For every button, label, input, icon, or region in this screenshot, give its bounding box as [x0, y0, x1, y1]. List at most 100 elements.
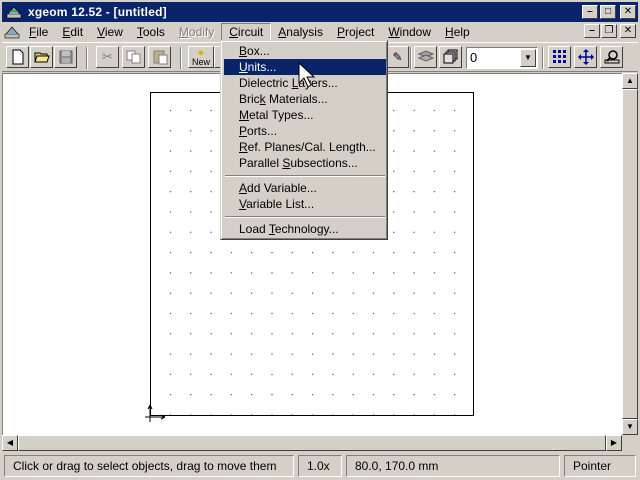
menu-project-label: roject — [344, 24, 375, 39]
restore-icon: ❐ — [604, 25, 614, 36]
menu-item-box-mnemonic: B — [239, 44, 248, 58]
scissors-icon: ✂ — [102, 49, 113, 64]
window-title: xgeom 12.52 - [untitled] — [28, 5, 167, 19]
menu-view-label: iew — [104, 24, 123, 39]
menu-item-add-variable-label: dd Variable... — [247, 181, 317, 195]
pencil-icon: ✎ — [392, 50, 403, 64]
close-button[interactable]: ✕ — [620, 5, 636, 19]
save-file-button[interactable] — [54, 46, 77, 68]
cut-button[interactable]: ✂ — [96, 46, 119, 68]
stack-layers-icon — [443, 49, 457, 64]
xgeom-app-icon[interactable] — [5, 4, 23, 20]
document-icon[interactable] — [2, 23, 22, 41]
zoom-button[interactable] — [600, 46, 623, 68]
menu-edit[interactable]: Edit — [55, 23, 90, 41]
menu-item-brick-materials[interactable]: Brick Materials... — [224, 91, 386, 107]
menu-window-mnemonic: W — [388, 24, 400, 39]
status-zoom: 1.0x — [298, 455, 342, 477]
status-message: Click or drag to select objects, drag to… — [4, 455, 294, 477]
menu-item-box-label: ox... — [247, 44, 270, 58]
stack-view-button[interactable] — [439, 46, 462, 68]
menu-circuit-mnemonic: C — [229, 24, 238, 39]
new-file-button[interactable] — [6, 46, 29, 68]
scroll-up-button[interactable]: ▲ — [622, 73, 638, 89]
menu-project-mnemonic: P — [336, 24, 345, 39]
up-arrow-icon: ▲ — [626, 76, 634, 85]
menu-item-parallel-subsections[interactable]: Parallel Subsections... — [224, 155, 386, 171]
pan-button[interactable] — [574, 46, 597, 68]
dropdown-arrow-icon[interactable]: ▼ — [520, 49, 536, 67]
new-item-button[interactable]: ● New — [188, 46, 214, 68]
paste-button[interactable] — [148, 46, 171, 68]
layer-select-value: 0 — [470, 50, 478, 65]
status-mode: Pointer — [564, 455, 636, 477]
menu-project[interactable]: Project — [330, 23, 381, 41]
menu-tools-label: ools — [142, 24, 165, 39]
menu-item-load-technology[interactable]: Load Technology... — [224, 221, 386, 237]
menu-circuit[interactable]: Circuit — [221, 22, 272, 41]
mdi-restore-button[interactable]: ❐ — [601, 24, 617, 38]
grid-dots-icon — [552, 50, 566, 63]
menu-item-ports[interactable]: Ports... — [224, 123, 386, 139]
menu-window-label: indow — [399, 24, 432, 39]
mouse-pointer-icon — [298, 62, 316, 88]
menu-view[interactable]: View — [90, 23, 130, 41]
menu-analysis[interactable]: Analysis — [271, 23, 330, 41]
origin-axes-icon — [145, 404, 166, 422]
vertical-scrollbar[interactable]: ▲ ▼ — [622, 73, 638, 435]
mdi-minimize-button[interactable]: – — [584, 24, 600, 38]
menu-separator — [225, 216, 385, 218]
menu-circuit-label: ircuit — [237, 24, 264, 39]
menu-item-ref-planes[interactable]: Ref. Planes/Cal. Length... — [224, 139, 386, 155]
copy-button[interactable] — [122, 46, 145, 68]
open-file-button[interactable] — [30, 46, 53, 68]
minimize-icon: – — [587, 6, 593, 17]
layer-select[interactable]: 0 ▼ — [466, 47, 538, 69]
menu-modify-mnemonic: M — [178, 24, 189, 39]
layers-view-button[interactable] — [414, 46, 437, 68]
down-arrow-icon: ▼ — [626, 422, 634, 431]
scroll-down-button[interactable]: ▼ — [622, 419, 638, 435]
menu-window[interactable]: Window — [381, 23, 438, 41]
menu-tools[interactable]: Tools — [130, 23, 172, 41]
scroll-corner — [622, 435, 638, 451]
new-file-icon — [12, 49, 23, 65]
maximize-button[interactable]: □ — [600, 5, 616, 19]
horizontal-scroll-thumb[interactable] — [18, 435, 606, 451]
new-label: New — [191, 56, 210, 67]
scroll-left-button[interactable]: ◀ — [2, 435, 18, 451]
mdi-close-button[interactable]: ✕ — [620, 24, 636, 38]
menu-analysis-label: nalysis — [286, 24, 323, 39]
menu-item-box[interactable]: Box... — [224, 43, 386, 59]
scroll-right-button[interactable]: ▶ — [606, 435, 622, 451]
menu-item-brick-materials-label: Materials... — [265, 92, 328, 106]
menu-item-ref-planes-label: ef. Planes/Cal. Length... — [247, 140, 376, 154]
menu-separator — [225, 175, 385, 177]
maximize-icon: □ — [604, 6, 612, 17]
close-icon: ✕ — [623, 25, 633, 36]
menu-item-variable-list-label: ariable List... — [246, 197, 315, 211]
copy-icon — [126, 50, 140, 64]
menu-item-add-variable[interactable]: Add Variable... — [224, 180, 386, 196]
menu-item-dielectric-layers-pre: Dielectric — [239, 76, 292, 90]
vertical-scroll-thumb[interactable] — [622, 89, 638, 419]
menu-item-metal-types-mnemonic: M — [239, 108, 249, 122]
grid-toggle-button[interactable] — [548, 46, 571, 68]
menu-item-units-label: nits... — [247, 60, 277, 74]
horizontal-scrollbar[interactable]: ◀ ▶ — [2, 435, 622, 451]
minimize-button[interactable]: – — [582, 5, 598, 19]
minimize-icon: – — [589, 25, 595, 36]
paste-clipboard-icon — [153, 50, 167, 65]
layers-icon — [417, 50, 434, 62]
menu-help[interactable]: Help — [438, 23, 477, 41]
move-arrows-icon — [577, 49, 594, 65]
menu-item-metal-types[interactable]: Metal Types... — [224, 107, 386, 123]
magnifier-icon — [604, 50, 619, 64]
edit-tool-button[interactable]: ✎ — [386, 46, 409, 68]
title-bar[interactable]: xgeom 12.52 - [untitled] – □ ✕ — [2, 2, 638, 22]
menu-item-load-technology-label: echnology... — [274, 222, 339, 236]
menu-file[interactable]: File — [22, 23, 55, 41]
menu-modify[interactable]: Modify — [172, 23, 221, 41]
menu-item-variable-list[interactable]: Variable List... — [224, 196, 386, 212]
menu-bar: File Edit View Tools Modify Circuit Anal… — [2, 22, 638, 41]
